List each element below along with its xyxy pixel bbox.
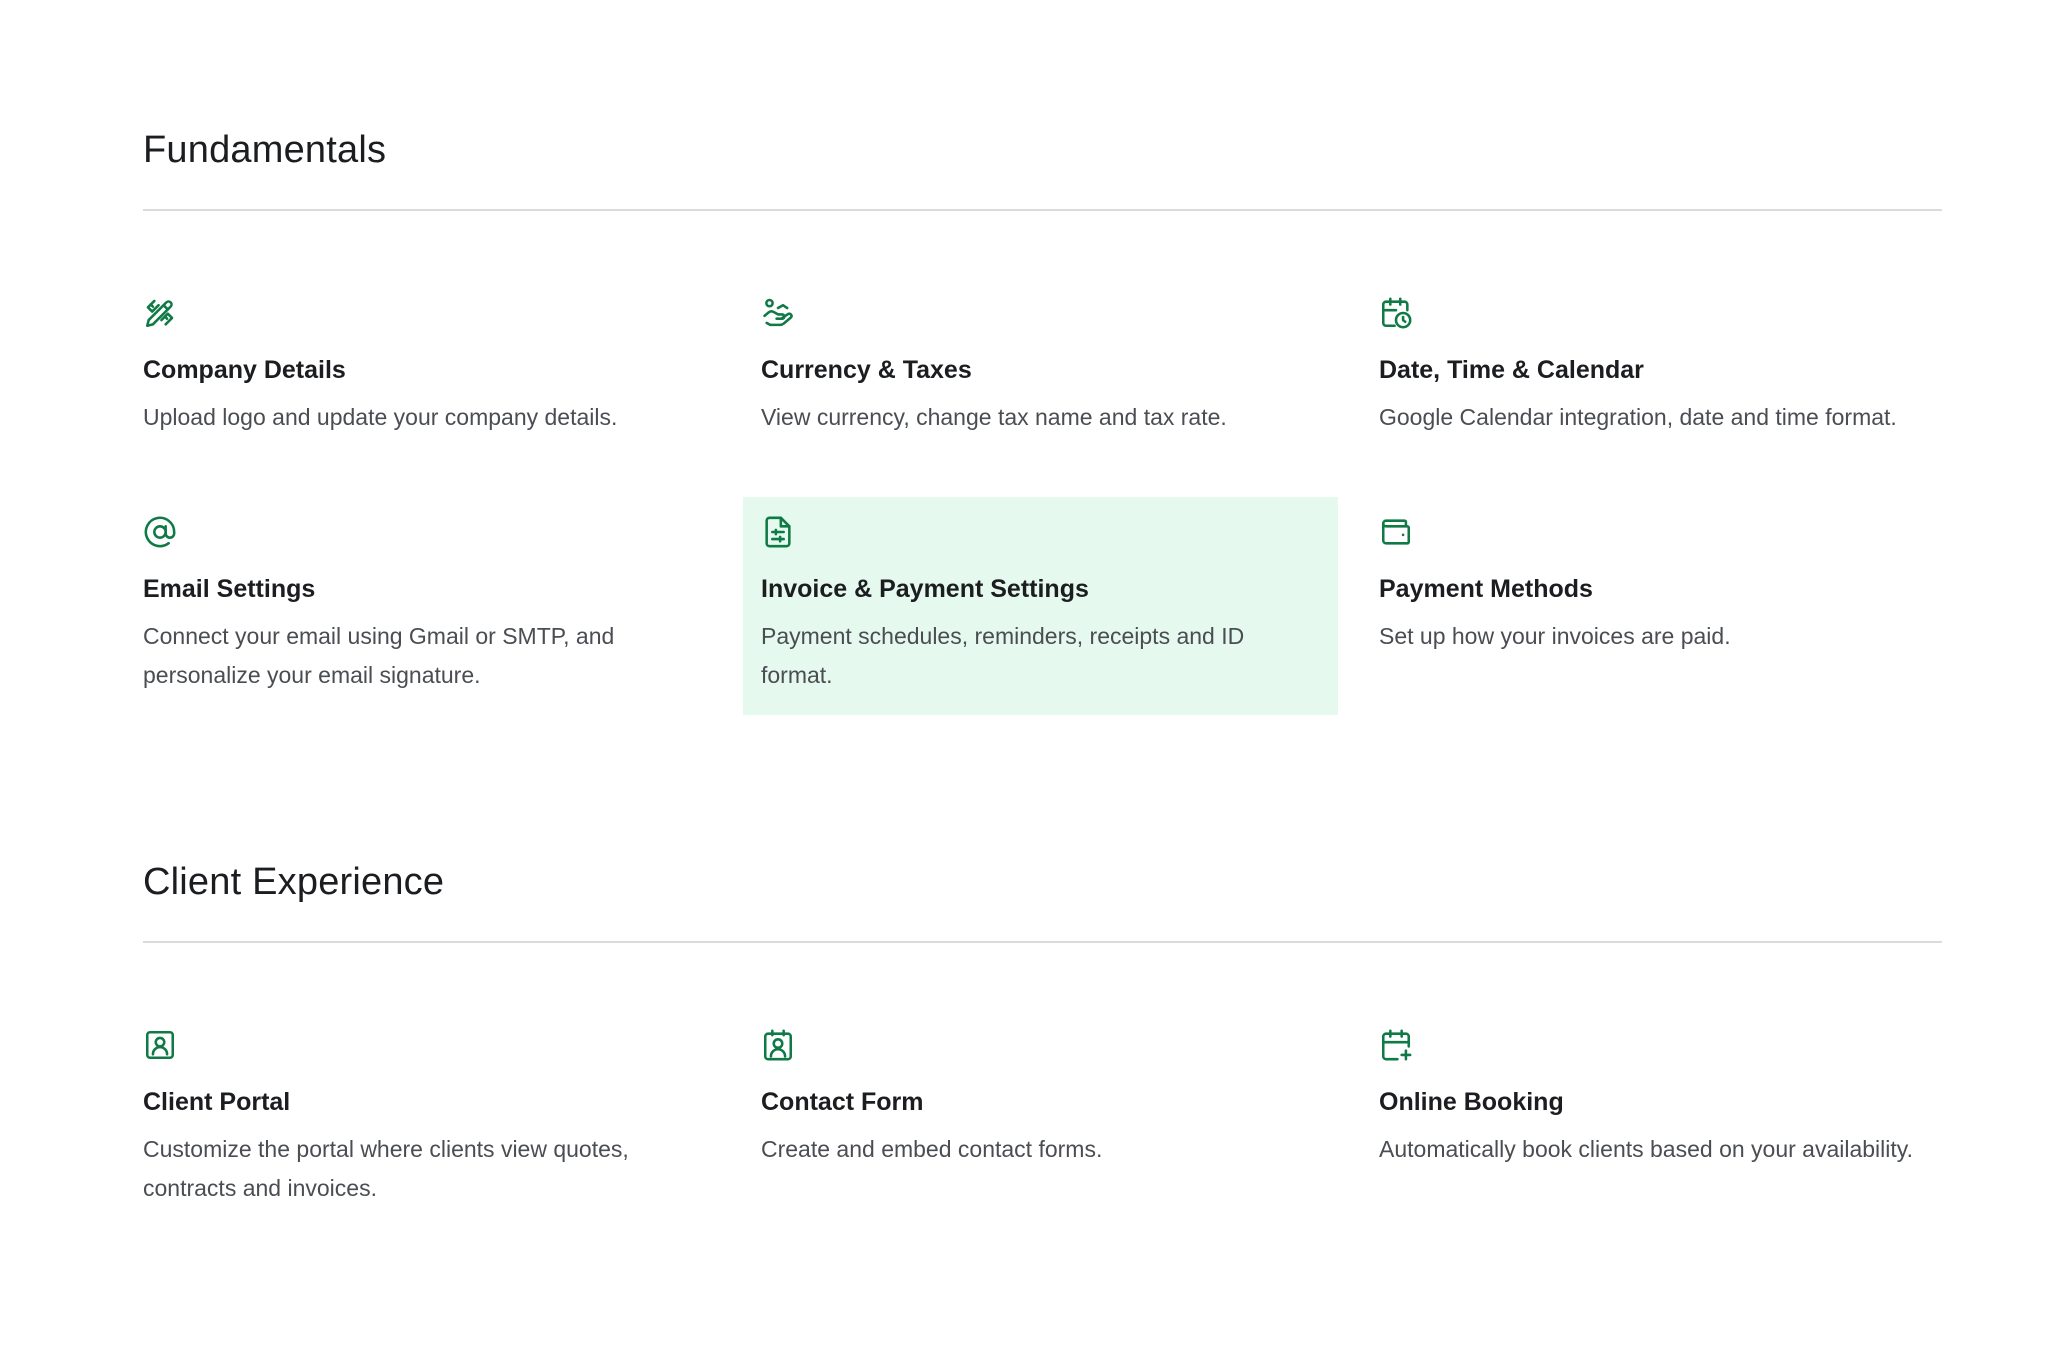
contact-badge-icon <box>761 1028 795 1062</box>
card-online-booking[interactable]: Online Booking Automatically book client… <box>1361 1010 1956 1187</box>
hand-coins-icon <box>761 296 795 330</box>
card-title: Email Settings <box>143 575 316 603</box>
contact-square-icon <box>143 1028 177 1062</box>
card-title: Client Portal <box>143 1088 291 1116</box>
card-date-time-calendar[interactable]: Date, Time & Calendar Google Calendar in… <box>1361 278 1956 455</box>
card-payment-methods[interactable]: Payment Methods Set up how your invoices… <box>1361 497 1956 674</box>
settings-page: Fundamentals Company Details Upload logo… <box>0 0 2048 1366</box>
card-title: Invoice & Payment Settings <box>761 575 1089 603</box>
card-description: Google Calendar integration, date and ti… <box>1379 404 1897 430</box>
card-email-settings[interactable]: Email Settings Connect your email using … <box>125 497 720 713</box>
card-description: Customize the portal where clients view … <box>143 1136 629 1201</box>
card-title: Currency & Taxes <box>761 356 972 384</box>
calendar-clock-icon <box>1379 296 1413 330</box>
card-title: Online Booking <box>1379 1088 1564 1116</box>
card-description: View currency, change tax name and tax r… <box>761 404 1227 430</box>
document-sliders-icon <box>761 515 795 549</box>
card-contact-form[interactable]: Contact Form Create and embed contact fo… <box>743 1010 1338 1187</box>
card-description: Connect your email using Gmail or SMTP, … <box>143 623 615 688</box>
card-description: Payment schedules, reminders, receipts a… <box>761 623 1245 688</box>
section-fundamentals: Fundamentals <box>143 128 1942 211</box>
wallet-icon <box>1379 515 1413 549</box>
pencil-ruler-icon <box>143 296 177 330</box>
section-divider <box>143 941 1942 943</box>
card-description: Automatically book clients based on your… <box>1379 1136 1913 1162</box>
section-client-experience: Client Experience <box>143 860 1942 943</box>
card-invoice-payment-settings[interactable]: Invoice & Payment Settings Payment sched… <box>743 497 1338 715</box>
calendar-plus-icon <box>1379 1028 1413 1062</box>
card-title: Company Details <box>143 356 346 384</box>
card-title: Contact Form <box>761 1088 924 1116</box>
section-title-fundamentals: Fundamentals <box>143 129 387 171</box>
card-company-details[interactable]: Company Details Upload logo and update y… <box>125 278 720 455</box>
card-description: Set up how your invoices are paid. <box>1379 623 1731 649</box>
card-title: Date, Time & Calendar <box>1379 356 1644 384</box>
section-divider <box>143 209 1942 211</box>
card-currency-taxes[interactable]: Currency & Taxes View currency, change t… <box>743 278 1338 455</box>
card-client-portal[interactable]: Client Portal Customize the portal where… <box>125 1010 720 1226</box>
card-description: Create and embed contact forms. <box>761 1136 1103 1162</box>
card-description: Upload logo and update your company deta… <box>143 404 618 430</box>
card-title: Payment Methods <box>1379 575 1593 603</box>
section-title-client-experience: Client Experience <box>143 861 445 903</box>
at-sign-icon <box>143 515 177 549</box>
